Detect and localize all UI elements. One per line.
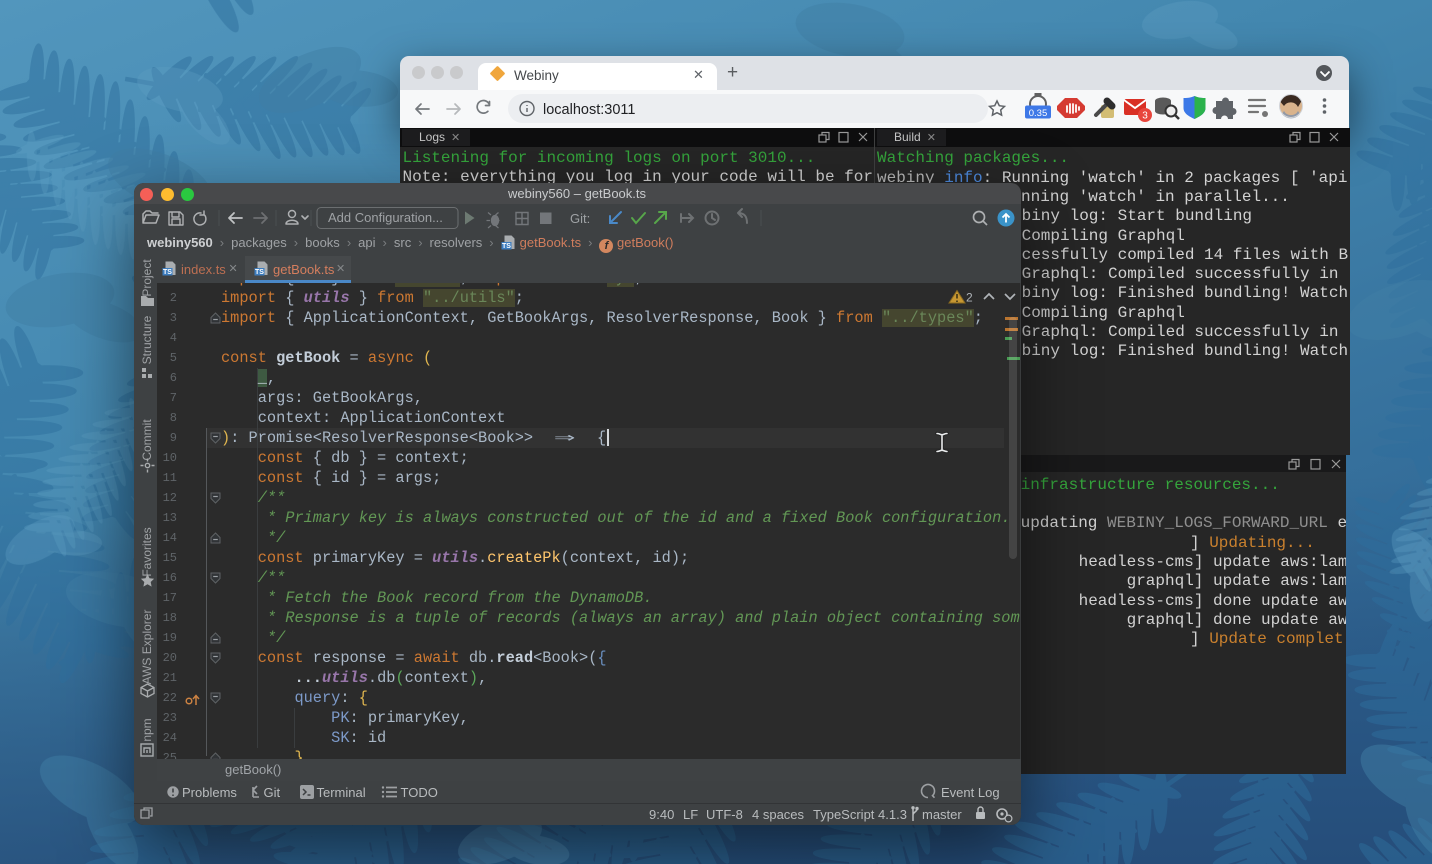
svg-text:Git:: Git:	[570, 211, 590, 226]
svg-text:3: 3	[1142, 111, 1148, 122]
svg-text:Add Configuration...: Add Configuration...	[328, 210, 443, 225]
svg-text:localhost:3011: localhost:3011	[543, 102, 635, 118]
svg-text:0.35: 0.35	[1029, 108, 1048, 119]
svg-text:2: 2	[966, 291, 973, 305]
